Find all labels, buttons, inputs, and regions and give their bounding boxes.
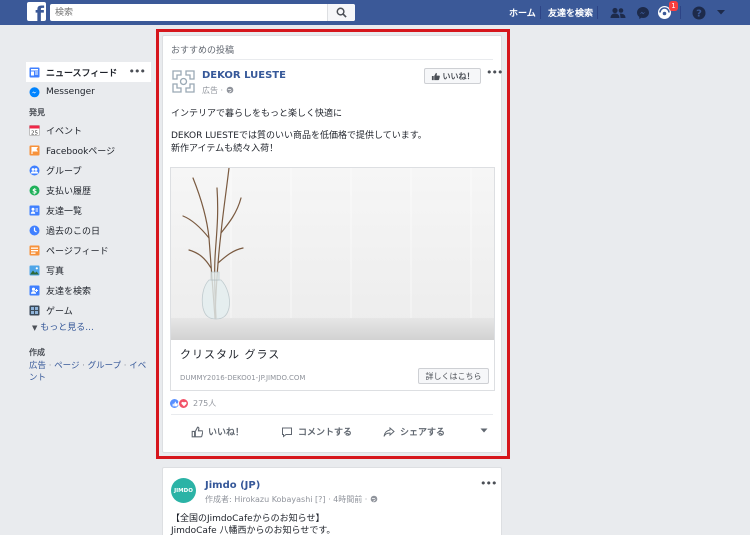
sidebar-item-photos[interactable]: 写真 [29, 260, 154, 280]
sidebar-item-news-feed[interactable]: ニュースフィード ••• [26, 62, 151, 82]
sidebar-item-label: Messenger [46, 87, 95, 97]
post-text-line: JimdoCafe 八幡西からのお知らせです。 [171, 526, 336, 535]
create-page-link[interactable]: ページ [54, 361, 79, 371]
messenger-icon [29, 86, 40, 98]
sidebar-item-label: 写真 [46, 266, 65, 277]
create-heading: 作成 [29, 348, 45, 357]
search-button[interactable] [327, 4, 355, 21]
groups-icon [29, 165, 40, 176]
sidebar-item-find-friends[interactable]: 友達を検索 [29, 280, 154, 300]
sidebar-item-pages[interactable]: Facebookページ [29, 140, 154, 160]
post-text-line: 【全国のJimdoCafeからのお知らせ】 [171, 514, 325, 524]
friend-requests-icon[interactable] [609, 4, 626, 21]
sidebar-item-payment-history[interactable]: $ 支払い履歴 [29, 180, 154, 200]
sidebar-item-messenger[interactable]: Messenger [29, 82, 154, 102]
find-friends-icon [29, 285, 40, 296]
notification-badge: 1 [669, 1, 678, 11]
account-menu-chevron-down-icon[interactable] [712, 4, 729, 21]
search-icon [336, 7, 347, 18]
sidebar-item-friend-lists[interactable]: 友達一覧 [29, 200, 154, 220]
chevron-down-icon: ▼ [32, 324, 38, 332]
discover-heading: 発見 [29, 108, 45, 117]
post-options-icon[interactable]: ••• [480, 477, 497, 490]
sidebar-item-label: ニュースフィード [46, 68, 118, 79]
more-options-icon[interactable]: ••• [129, 65, 146, 78]
facebook-logo-icon[interactable]: f [27, 2, 46, 24]
post-author-meta: 作成者: Hirokazu Kobayashi [?] · 4時間前 · [205, 495, 368, 504]
sidebar-item-label: 友達を検索 [46, 286, 92, 297]
sidebar-item-label: ゲーム [46, 306, 73, 317]
sidebar-item-on-this-day[interactable]: 過去のこの日 [29, 220, 154, 240]
photo-icon [29, 265, 40, 276]
sidebar-item-label: イベント [46, 126, 83, 137]
friend-list-icon [29, 205, 40, 216]
home-link[interactable]: ホーム [509, 6, 536, 19]
game-icon [29, 305, 40, 316]
svg-text:$: $ [32, 187, 37, 195]
sidebar-item-label: Facebookページ [46, 146, 116, 157]
highlight-frame [156, 29, 510, 459]
globe-icon [370, 495, 378, 505]
create-ad-link[interactable]: 広告 [29, 361, 46, 371]
see-more-label: もっと見る... [40, 323, 94, 333]
create-group-link[interactable]: グループ [88, 361, 122, 371]
feed-post: JIMDO Jimdo (JP) 作成者: Hirokazu Kobayashi… [162, 467, 502, 535]
sidebar-item-label: ページフィード [46, 246, 109, 257]
sidebar-item-pages-feed[interactable]: ページフィード [29, 240, 154, 260]
jimdo-logo[interactable]: JIMDO [171, 478, 196, 503]
search-input[interactable] [50, 4, 320, 21]
payment-icon: $ [29, 185, 40, 196]
messenger-icon[interactable] [634, 4, 651, 21]
svg-text:25: 25 [31, 130, 38, 136]
sidebar-item-label: グループ [46, 166, 82, 177]
pages-feed-icon [29, 245, 40, 256]
svg-text:?: ? [696, 8, 702, 19]
left-navigation: ニュースフィード ••• Messenger 発見 25 イベント Facebo… [26, 62, 154, 384]
nav-divider [540, 6, 541, 19]
post-meta: 作成者: Hirokazu Kobayashi [?] · 4時間前 · [205, 494, 378, 505]
calendar-icon: 25 [29, 124, 40, 136]
top-bar: f ホーム 友達を検索 1 ? [0, 0, 750, 25]
post-body: 【全国のJimdoCafeからのお知らせ】 JimdoCafe 八幡西からのお知… [171, 513, 335, 535]
create-links: 広告 · ページ · グループ · イベント [29, 361, 147, 383]
see-more-link[interactable]: ▼ もっと見る... [29, 320, 154, 337]
clock-icon [29, 225, 40, 236]
news-feed-icon [29, 67, 40, 78]
find-friends-link[interactable]: 友達を検索 [548, 6, 593, 19]
sidebar-item-events[interactable]: 25 イベント [29, 120, 154, 140]
page-name-link[interactable]: Jimdo (JP) [205, 480, 260, 491]
nav-divider [597, 6, 598, 19]
sidebar-item-label: 友達一覧 [46, 206, 83, 217]
sidebar-item-label: 過去のこの日 [46, 226, 101, 237]
jimdo-logo-text: JIMDO [174, 487, 193, 494]
sidebar-item-games[interactable]: ゲーム [29, 300, 154, 320]
sidebar-item-groups[interactable]: グループ [29, 160, 154, 180]
flag-icon [29, 145, 40, 156]
sidebar-item-label: 支払い履歴 [46, 186, 92, 197]
help-icon[interactable]: ? [690, 4, 707, 21]
search-box[interactable] [50, 4, 355, 21]
nav-divider [680, 6, 681, 19]
